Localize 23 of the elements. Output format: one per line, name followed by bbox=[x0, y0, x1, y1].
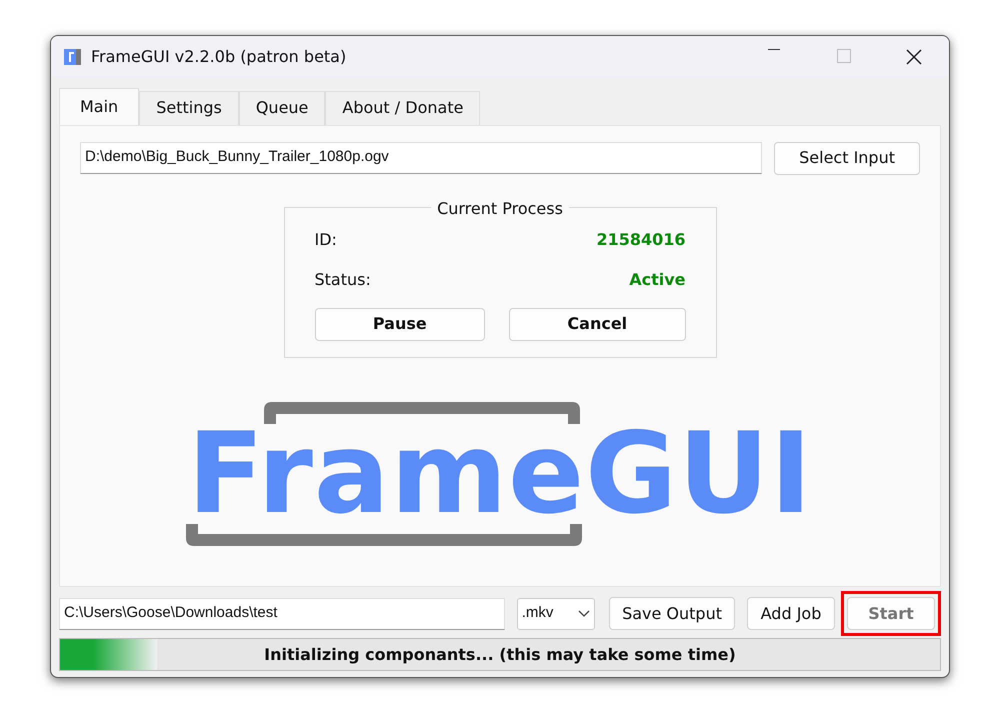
process-button[interactable]: Cancel bbox=[509, 308, 686, 341]
format-dropdown[interactable]: .mkv bbox=[516, 598, 596, 630]
tab[interactable]: Main bbox=[59, 88, 140, 125]
close-icon[interactable] bbox=[906, 48, 922, 65]
field-value: Active bbox=[629, 268, 686, 291]
action-button[interactable]: Save Output bbox=[609, 597, 735, 630]
action-button[interactable]: Add Job bbox=[747, 597, 835, 630]
tab[interactable]: Queue bbox=[238, 90, 326, 125]
input-path-field[interactable]: D:\demo\Big_Buck_Bunny_Trailer_1080p.ogv bbox=[80, 142, 762, 174]
tab[interactable]: About / Donate bbox=[325, 90, 480, 125]
logo-text: FrameGUI bbox=[186, 424, 814, 524]
select-input-button[interactable]: Select Input bbox=[774, 142, 920, 175]
tab[interactable]: Settings bbox=[139, 90, 239, 125]
window-title: FrameGUI v2.2.0b (patron beta) bbox=[91, 46, 346, 68]
minimize-icon[interactable] bbox=[768, 48, 780, 51]
chevron-icon bbox=[578, 610, 590, 618]
output-path-field[interactable]: C:\Users\Goose\Downloads\test bbox=[59, 598, 505, 630]
status-text: Initializing componants... (this may take some time) bbox=[264, 644, 736, 666]
field-label: Status: bbox=[314, 268, 371, 291]
field-value: 21584016 bbox=[596, 228, 686, 251]
field-label: ID: bbox=[314, 228, 337, 251]
app-icon bbox=[63, 46, 83, 67]
process-button[interactable]: Pause bbox=[314, 308, 486, 341]
